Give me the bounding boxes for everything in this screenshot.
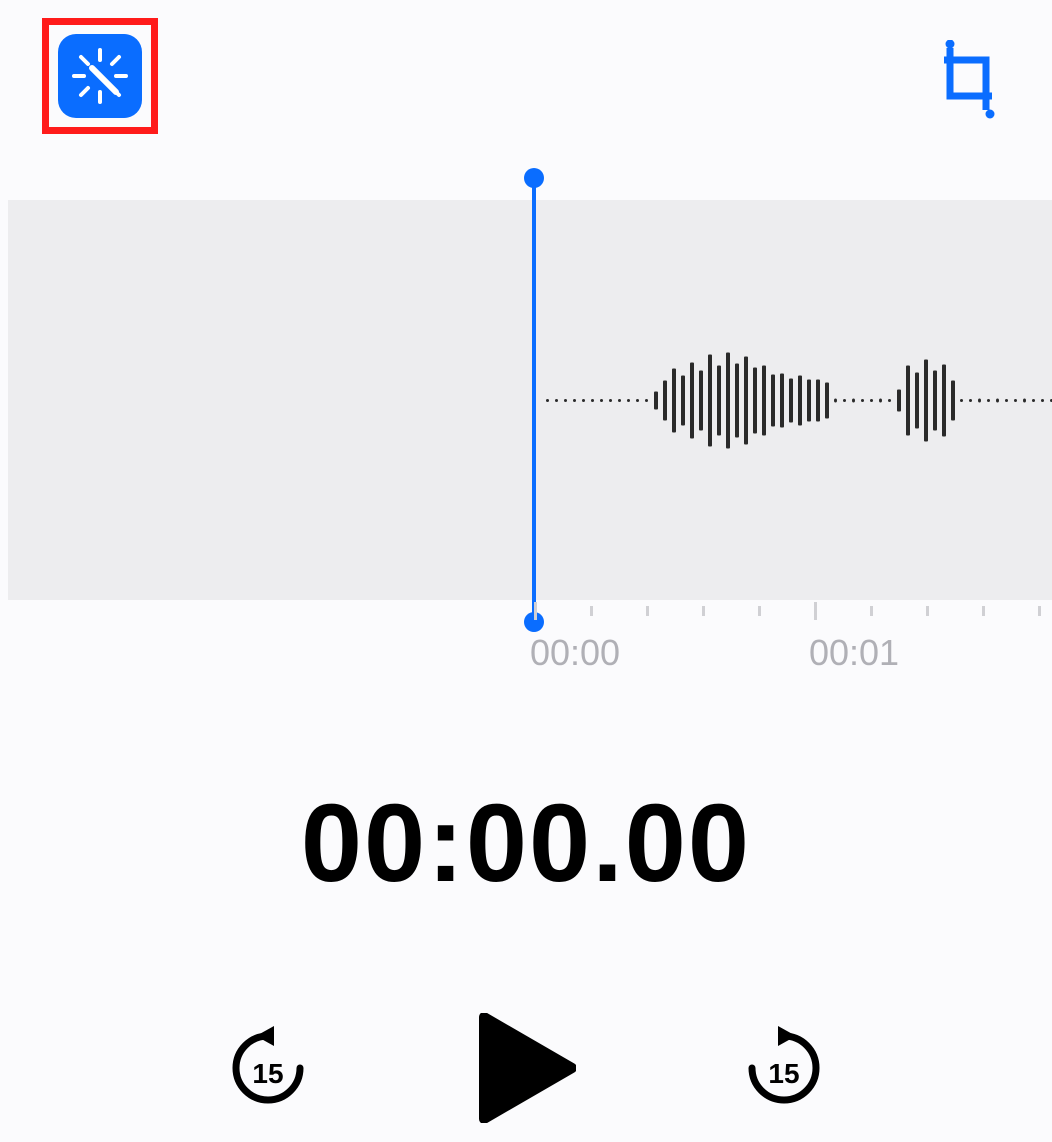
waveform-sample [708,354,712,446]
waveform-sample [672,368,676,432]
waveform-sample [582,399,585,402]
waveform-sample [942,364,946,436]
play-button[interactable] [456,1000,596,1140]
waveform-sample [1014,399,1017,402]
header [0,0,1052,170]
waveform-sample [654,391,658,409]
tick-minor [870,606,873,616]
waveform-sample [906,365,910,435]
tick-minor [590,606,593,616]
waveform-sample [843,399,846,402]
crop-button[interactable] [928,38,1010,126]
waveform-sample [573,399,576,402]
time-ruler-labels: 00:00 00:01 [0,632,1052,682]
waveform-sample [951,380,955,420]
waveform-sample [762,365,766,435]
tick-minor [702,606,705,616]
waveform-sample [897,389,901,411]
waveform-sample [960,399,963,402]
waveform-sample [834,398,837,402]
skip-forward-15-button[interactable]: 15 [714,1000,854,1140]
waveform-sample [879,398,882,402]
tick-major [814,602,817,620]
waveform-sample [627,399,630,402]
waveform-sample [663,380,667,420]
waveform-sample [816,379,820,421]
tick-major [534,602,537,620]
waveform-sample [789,378,793,422]
waveform-sample [969,399,972,402]
waveform-sample [600,399,603,402]
waveform-sample [924,359,928,441]
playback-controls: 15 15 [0,1000,1052,1140]
waveform [540,400,1052,401]
waveform-sample [771,374,775,426]
waveform-sample [555,399,558,402]
waveform-sample [546,399,549,402]
tick-label-0: 00:00 [530,632,620,674]
waveform-sample [1041,399,1044,402]
waveform-sample [636,399,639,402]
waveform-sample [726,352,730,448]
waveform-sample [870,399,873,402]
waveform-sample [987,399,990,402]
waveform-sample [609,399,612,402]
waveform-sample [735,363,739,437]
waveform-sample [825,382,829,418]
waveform-sample [996,398,999,402]
playhead-handle-top[interactable] [524,168,544,188]
waveform-sample [753,367,757,433]
tick-minor [926,606,929,616]
waveform-sample [645,399,648,402]
tick-minor [758,606,761,616]
waveform-sample [888,399,891,402]
crop-icon [934,40,1004,125]
waveform-sample [1023,398,1026,402]
waveform-sample [717,365,721,435]
skip-back-15-button[interactable]: 15 [198,1000,338,1140]
playhead[interactable] [532,178,536,622]
waveform-track[interactable] [8,200,1052,600]
waveform-sample [1005,399,1008,402]
waveform-sample [699,370,703,430]
waveform-sample [1032,399,1035,402]
tick-minor [982,606,985,616]
time-ruler [0,600,1052,630]
waveform-sample [798,375,802,425]
enhance-button[interactable] [42,18,158,134]
waveform-sample [618,399,621,402]
waveform-sample [852,398,855,402]
tick-minor [646,606,649,616]
waveform-sample [978,398,981,402]
waveform-sample [591,399,594,402]
waveform-sample [861,399,864,402]
waveform-sample [690,362,694,438]
tick-label-1: 00:01 [809,632,899,674]
play-icon [476,1013,576,1128]
waveform-sample [744,356,748,444]
waveform-sample [780,373,784,427]
waveform-sample [681,375,685,425]
waveform-sample [933,370,937,430]
skip-forward-seconds: 15 [768,1058,799,1090]
waveform-sample [915,372,919,428]
waveform-sample [564,399,567,402]
enhance-wand-icon [58,34,142,118]
current-time: 00:00.00 [0,780,1052,907]
tick-minor [1038,606,1041,616]
waveform-sample [807,379,811,421]
skip-back-seconds: 15 [252,1058,283,1090]
